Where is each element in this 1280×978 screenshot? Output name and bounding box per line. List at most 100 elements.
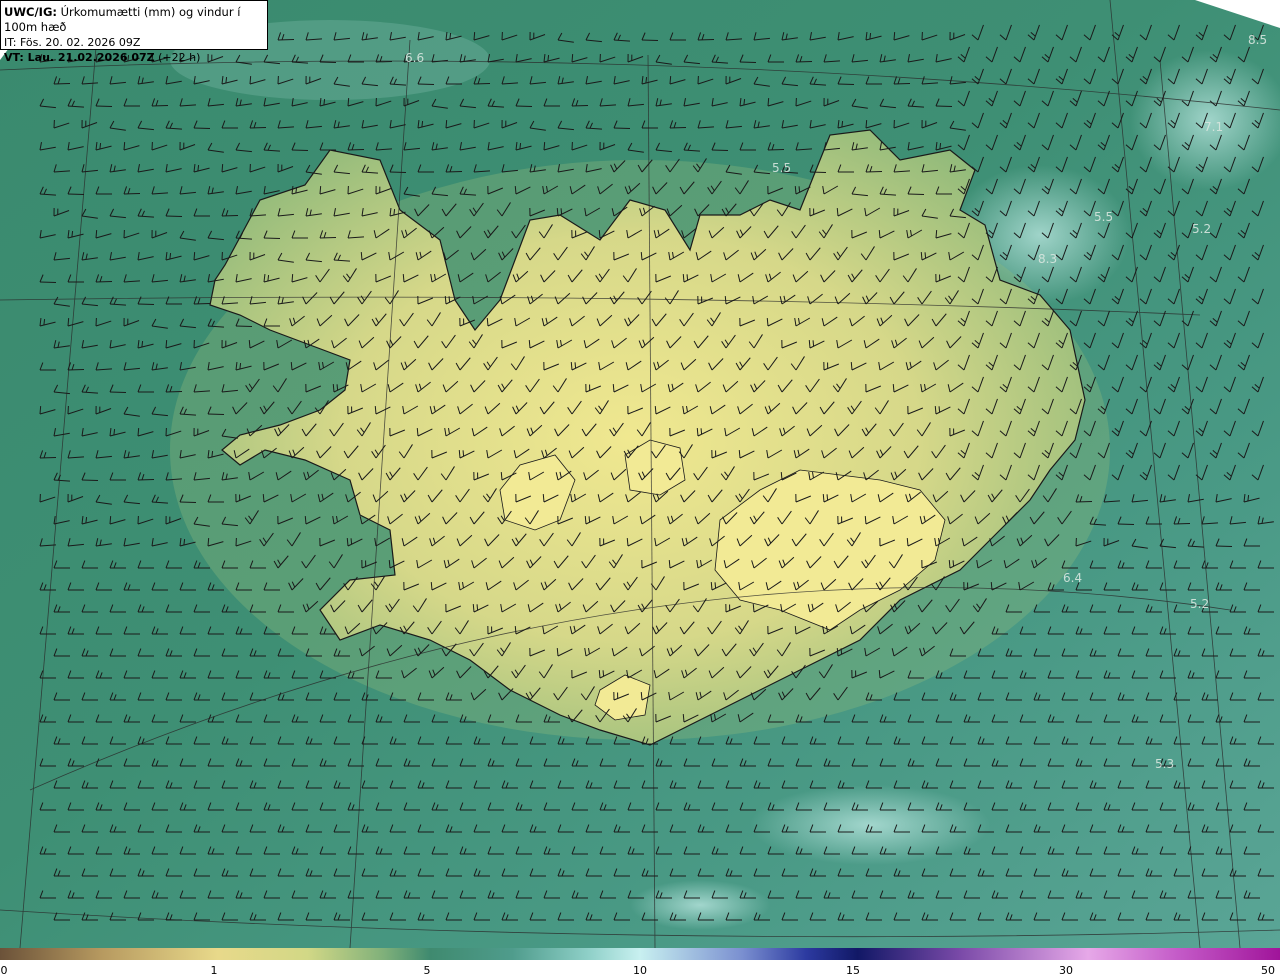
wind-barb <box>165 215 183 218</box>
wind-barb-flag <box>939 143 942 150</box>
wind-barb-flag <box>841 121 844 128</box>
wind-barb-flag <box>169 253 172 260</box>
colorbar-strip <box>0 948 1280 960</box>
wind-barb <box>515 105 533 108</box>
wind-barb-flag <box>588 516 591 523</box>
colorbar-tick: 0 <box>0 964 8 977</box>
wind-barb-flag <box>99 143 102 150</box>
wind-barb-flag <box>267 275 270 282</box>
wind-barb <box>935 105 953 108</box>
wind-barb-flag <box>71 231 74 238</box>
wind-barb-flag <box>840 648 843 655</box>
wind-barb-flag <box>421 121 424 128</box>
wind-barb <box>907 193 925 196</box>
wind-barb-flag <box>336 384 339 391</box>
wind-barb <box>1215 545 1233 548</box>
wind-barb <box>711 149 729 152</box>
wind-barb <box>319 61 337 64</box>
colorbar-tick: 10 <box>633 964 647 977</box>
wind-barb-flag <box>393 209 396 216</box>
map-legend: UWC/IG: Úrkomumætti (mm) og vindur í 100… <box>0 0 268 64</box>
wind-barb <box>865 170 883 173</box>
wind-barb <box>165 390 183 393</box>
wind-barb <box>1117 523 1135 526</box>
wind-barb <box>347 148 365 151</box>
wind-barb-flag <box>602 670 605 677</box>
wind-barb-flag <box>85 517 88 524</box>
wind-barb-flag <box>123 141 126 151</box>
wind-barb <box>137 303 155 306</box>
wind-barb-flag <box>350 538 353 545</box>
wind-barb <box>39 456 57 459</box>
wind-barb-flag <box>249 75 252 85</box>
wind-barb-flag <box>137 427 140 437</box>
wind-barb-flag <box>935 229 938 239</box>
issue-time: IT: Fös. 20. 02. 2026 09Z <box>4 36 141 49</box>
wind-barb-flag <box>543 141 546 151</box>
precip-patch <box>750 785 990 865</box>
wind-barb-flag <box>291 273 294 283</box>
wind-barb <box>277 38 295 41</box>
colorbar-tick: 30 <box>1059 964 1073 977</box>
wind-barb <box>179 501 197 504</box>
wind-barb <box>221 214 239 217</box>
wind-barb <box>417 83 435 86</box>
wind-barb <box>235 325 253 328</box>
wind-barb-flag <box>686 274 689 281</box>
colorbar-tick: 1 <box>210 964 218 977</box>
wind-barb-flag <box>893 31 896 41</box>
wind-barb-flag <box>669 75 672 85</box>
wind-barb <box>95 280 113 283</box>
colorbar-tick: 15 <box>846 964 860 977</box>
wind-barb-flag <box>211 451 214 458</box>
wind-barb-flag <box>141 341 144 348</box>
map-value-label: 8.5 <box>1248 33 1267 47</box>
wind-barb <box>795 60 813 63</box>
wind-barb <box>571 104 589 107</box>
wind-barb-flag <box>113 429 116 436</box>
wind-barb-flag <box>207 537 210 547</box>
wind-barb-flag <box>743 99 746 106</box>
wind-barb <box>319 236 337 239</box>
wind-barb-flag <box>221 163 224 173</box>
wind-barb <box>473 82 491 85</box>
wind-barb-flag <box>700 428 703 435</box>
wind-barb <box>613 127 631 130</box>
wind-barb <box>137 478 155 481</box>
wind-barb-flag <box>519 143 522 150</box>
map-value-label: 5.2 <box>1190 597 1209 611</box>
map-value-label: 5.3 <box>1155 757 1174 771</box>
wind-barb <box>669 126 687 129</box>
wind-barb-flag <box>767 97 770 107</box>
wind-barb <box>291 149 309 152</box>
wind-barb-flag <box>39 405 42 415</box>
wind-barb <box>809 171 827 174</box>
wind-barb-flag <box>239 363 242 370</box>
wind-barb-flag <box>560 208 563 215</box>
valid-time: VT: Lau. 21.02.2026 07Z <box>4 51 155 64</box>
wind-barb <box>837 83 855 86</box>
wind-barb-flag <box>924 252 927 259</box>
map-value-label: 5.5 <box>772 161 791 175</box>
map-value-label: 5.2 <box>1192 222 1211 236</box>
wind-barb-flag <box>445 119 448 129</box>
wind-barb <box>207 413 225 416</box>
wind-barb <box>123 192 141 195</box>
wind-barb <box>263 237 281 240</box>
wind-barb-flag <box>109 515 112 525</box>
wind-barb-flag <box>865 119 868 129</box>
colorbar-tick: 50 <box>1261 964 1275 977</box>
wind-barb-flag <box>165 339 168 349</box>
valid-time-line: VT: Lau. 21.02.2026 07Z (+22 h) <box>4 50 264 65</box>
wind-barb <box>67 193 85 196</box>
map-value-label: 6.4 <box>1063 571 1082 585</box>
wind-barb-flag <box>323 99 326 106</box>
wind-barb-flag <box>462 450 465 457</box>
wind-barb <box>1173 522 1191 525</box>
wind-barb-flag <box>347 97 350 107</box>
wind-barb-flag <box>571 53 574 63</box>
wind-barb <box>767 148 785 151</box>
map-value-label: 6.6 <box>405 51 424 65</box>
wind-barb <box>375 60 393 63</box>
wind-barb <box>81 479 99 482</box>
